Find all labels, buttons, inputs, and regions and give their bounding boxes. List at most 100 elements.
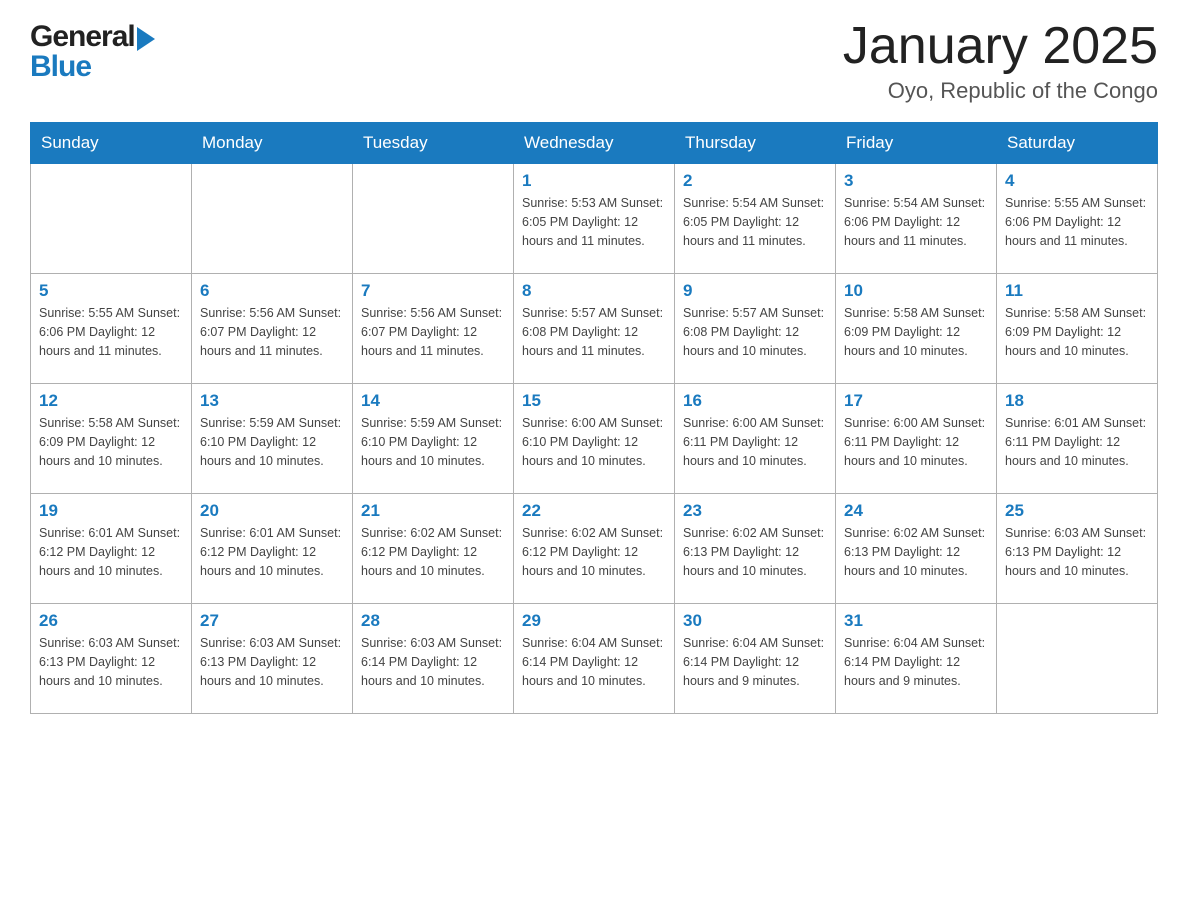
day-number: 1 — [522, 171, 666, 191]
day-info: Sunrise: 6:02 AM Sunset: 6:13 PM Dayligh… — [844, 524, 988, 580]
day-number: 13 — [200, 391, 344, 411]
day-info: Sunrise: 6:01 AM Sunset: 6:12 PM Dayligh… — [39, 524, 183, 580]
day-number: 5 — [39, 281, 183, 301]
day-number: 19 — [39, 501, 183, 521]
calendar-cell: 27Sunrise: 6:03 AM Sunset: 6:13 PM Dayli… — [192, 604, 353, 714]
title-block: January 2025 Oyo, Republic of the Congo — [843, 20, 1158, 104]
calendar-cell: 4 Sunrise: 5:55 AM Sunset: 6:06 PM Daylig… — [997, 164, 1158, 274]
day-info: Sunrise: 6:02 AM Sunset: 6:12 PM Dayligh… — [522, 524, 666, 580]
day-number: 20 — [200, 501, 344, 521]
day-number: 9 — [683, 281, 827, 301]
calendar-week-row: 26 Sunrise: 6:03 AM Sunset: 6:13 PM Dayli… — [31, 604, 1158, 714]
calendar-header-tuesday: Tuesday — [353, 123, 514, 164]
calendar-week-row: 5Sunrise: 5:55 AM Sunset: 6:06 PM Daylig… — [31, 274, 1158, 384]
calendar-cell — [192, 164, 353, 274]
calendar-cell: 9 Sunrise: 5:57 AM Sunset: 6:08 PM Daylig… — [675, 274, 836, 384]
day-number: 23 — [683, 501, 827, 521]
calendar-cell: 13Sunrise: 5:59 AM Sunset: 6:10 PM Dayli… — [192, 384, 353, 494]
calendar-cell: 20Sunrise: 6:01 AM Sunset: 6:12 PM Dayli… — [192, 494, 353, 604]
day-number: 4 — [1005, 171, 1149, 191]
day-info: Sunrise: 5:55 AM Sunset: 6:06 PM Dayligh… — [1005, 194, 1149, 250]
day-number: 30 — [683, 611, 827, 631]
day-info: Sunrise: 6:02 AM Sunset: 6:13 PM Dayligh… — [683, 524, 827, 580]
calendar-cell: 10Sunrise: 5:58 AM Sunset: 6:09 PM Dayli… — [836, 274, 997, 384]
day-info: Sunrise: 6:04 AM Sunset: 6:14 PM Dayligh… — [522, 634, 666, 690]
logo-arrow-icon — [137, 27, 155, 51]
calendar-cell: 29 Sunrise: 6:04 AM Sunset: 6:14 PM Dayli… — [514, 604, 675, 714]
day-number: 7 — [361, 281, 505, 301]
page-subtitle: Oyo, Republic of the Congo — [843, 78, 1158, 104]
day-number: 24 — [844, 501, 988, 521]
calendar-cell: 11 Sunrise: 5:58 AM Sunset: 6:09 PM Dayli… — [997, 274, 1158, 384]
calendar-header-wednesday: Wednesday — [514, 123, 675, 164]
calendar-cell: 24 Sunrise: 6:02 AM Sunset: 6:13 PM Dayli… — [836, 494, 997, 604]
calendar-week-row: 12 Sunrise: 5:58 AM Sunset: 6:09 PM Dayli… — [31, 384, 1158, 494]
calendar-cell: 30 Sunrise: 6:04 AM Sunset: 6:14 PM Dayli… — [675, 604, 836, 714]
day-info: Sunrise: 6:02 AM Sunset: 6:12 PM Dayligh… — [361, 524, 505, 580]
calendar-cell: 25Sunrise: 6:03 AM Sunset: 6:13 PM Dayli… — [997, 494, 1158, 604]
calendar-header-saturday: Saturday — [997, 123, 1158, 164]
day-info: Sunrise: 5:58 AM Sunset: 6:09 PM Dayligh… — [1005, 304, 1149, 360]
calendar-cell: 18 Sunrise: 6:01 AM Sunset: 6:11 PM Dayli… — [997, 384, 1158, 494]
calendar-cell: 2 Sunrise: 5:54 AM Sunset: 6:05 PM Daylig… — [675, 164, 836, 274]
day-number: 11 — [1005, 281, 1149, 301]
day-info: Sunrise: 6:03 AM Sunset: 6:13 PM Dayligh… — [200, 634, 344, 690]
day-number: 31 — [844, 611, 988, 631]
page-header: General Blue January 2025 Oyo, Republic … — [30, 20, 1158, 104]
day-info: Sunrise: 5:58 AM Sunset: 6:09 PM Dayligh… — [844, 304, 988, 360]
calendar-cell: 1 Sunrise: 5:53 AM Sunset: 6:05 PM Daylig… — [514, 164, 675, 274]
calendar-header-row: SundayMondayTuesdayWednesdayThursdayFrid… — [31, 123, 1158, 164]
calendar-cell — [31, 164, 192, 274]
day-info: Sunrise: 5:57 AM Sunset: 6:08 PM Dayligh… — [683, 304, 827, 360]
day-number: 14 — [361, 391, 505, 411]
day-info: Sunrise: 5:56 AM Sunset: 6:07 PM Dayligh… — [361, 304, 505, 360]
day-info: Sunrise: 6:00 AM Sunset: 6:10 PM Dayligh… — [522, 414, 666, 470]
page-title: January 2025 — [843, 20, 1158, 72]
calendar-table: SundayMondayTuesdayWednesdayThursdayFrid… — [30, 122, 1158, 714]
day-number: 26 — [39, 611, 183, 631]
calendar-header-sunday: Sunday — [31, 123, 192, 164]
calendar-cell: 21Sunrise: 6:02 AM Sunset: 6:12 PM Dayli… — [353, 494, 514, 604]
day-number: 22 — [522, 501, 666, 521]
calendar-header-thursday: Thursday — [675, 123, 836, 164]
day-info: Sunrise: 6:04 AM Sunset: 6:14 PM Dayligh… — [844, 634, 988, 690]
day-number: 15 — [522, 391, 666, 411]
day-info: Sunrise: 5:58 AM Sunset: 6:09 PM Dayligh… — [39, 414, 183, 470]
calendar-cell: 12 Sunrise: 5:58 AM Sunset: 6:09 PM Dayli… — [31, 384, 192, 494]
calendar-week-row: 1 Sunrise: 5:53 AM Sunset: 6:05 PM Daylig… — [31, 164, 1158, 274]
day-info: Sunrise: 6:01 AM Sunset: 6:11 PM Dayligh… — [1005, 414, 1149, 470]
calendar-cell: 26Sunrise: 6:03 AM Sunset: 6:13 PM Dayli… — [31, 604, 192, 714]
day-info: Sunrise: 6:03 AM Sunset: 6:13 PM Dayligh… — [1005, 524, 1149, 580]
day-number: 12 — [39, 391, 183, 411]
calendar-cell: 22 Sunrise: 6:02 AM Sunset: 6:12 PM Dayli… — [514, 494, 675, 604]
day-info: Sunrise: 5:53 AM Sunset: 6:05 PM Dayligh… — [522, 194, 666, 250]
logo-blue-text: Blue — [30, 50, 91, 84]
calendar-cell: 23 Sunrise: 6:02 AM Sunset: 6:13 PM Dayli… — [675, 494, 836, 604]
day-info: Sunrise: 5:59 AM Sunset: 6:10 PM Dayligh… — [361, 414, 505, 470]
calendar-header-monday: Monday — [192, 123, 353, 164]
day-info: Sunrise: 5:54 AM Sunset: 6:05 PM Dayligh… — [683, 194, 827, 250]
logo-general-text: General — [30, 20, 135, 54]
calendar-cell: 17Sunrise: 6:00 AM Sunset: 6:11 PM Dayli… — [836, 384, 997, 494]
calendar-cell: 5Sunrise: 5:55 AM Sunset: 6:06 PM Daylig… — [31, 274, 192, 384]
calendar-cell: 3Sunrise: 5:54 AM Sunset: 6:06 PM Daylig… — [836, 164, 997, 274]
day-info: Sunrise: 6:00 AM Sunset: 6:11 PM Dayligh… — [844, 414, 988, 470]
logo: General Blue — [30, 20, 155, 84]
day-number: 8 — [522, 281, 666, 301]
day-number: 29 — [522, 611, 666, 631]
day-info: Sunrise: 6:03 AM Sunset: 6:14 PM Dayligh… — [361, 634, 505, 690]
calendar-cell: 16Sunrise: 6:00 AM Sunset: 6:11 PM Dayli… — [675, 384, 836, 494]
calendar-cell: 31 Sunrise: 6:04 AM Sunset: 6:14 PM Dayli… — [836, 604, 997, 714]
day-info: Sunrise: 6:04 AM Sunset: 6:14 PM Dayligh… — [683, 634, 827, 690]
calendar-cell: 15 Sunrise: 6:00 AM Sunset: 6:10 PM Dayli… — [514, 384, 675, 494]
calendar-cell: 7 Sunrise: 5:56 AM Sunset: 6:07 PM Daylig… — [353, 274, 514, 384]
day-info: Sunrise: 5:57 AM Sunset: 6:08 PM Dayligh… — [522, 304, 666, 360]
calendar-cell: 8 Sunrise: 5:57 AM Sunset: 6:08 PM Daylig… — [514, 274, 675, 384]
day-info: Sunrise: 5:56 AM Sunset: 6:07 PM Dayligh… — [200, 304, 344, 360]
day-number: 2 — [683, 171, 827, 191]
day-number: 18 — [1005, 391, 1149, 411]
day-number: 6 — [200, 281, 344, 301]
calendar-cell: 14 Sunrise: 5:59 AM Sunset: 6:10 PM Dayli… — [353, 384, 514, 494]
calendar-cell — [353, 164, 514, 274]
day-info: Sunrise: 6:00 AM Sunset: 6:11 PM Dayligh… — [683, 414, 827, 470]
